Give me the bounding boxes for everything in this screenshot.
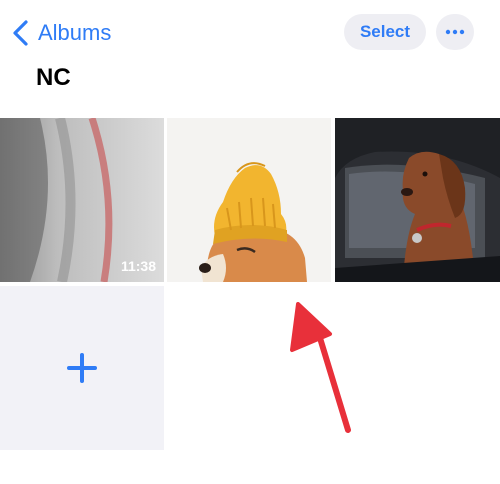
dog-car-image — [335, 118, 500, 282]
more-button[interactable] — [436, 14, 474, 50]
chevron-left-icon — [13, 20, 28, 46]
add-photos-button[interactable] — [0, 286, 164, 450]
back-button[interactable]: Albums — [10, 16, 111, 50]
annotation-arrow — [290, 302, 351, 433]
select-button[interactable]: Select — [344, 14, 426, 50]
dog-hat-image — [167, 118, 331, 282]
album-title: NC — [36, 64, 71, 91]
back-button-label: Albums — [38, 20, 112, 45]
video-duration: 11:38 — [120, 258, 156, 274]
ellipsis-icon — [445, 29, 465, 35]
plus-icon — [67, 353, 97, 383]
video-thumbnail[interactable]: 11:38 — [0, 118, 164, 282]
photo-thumbnail-dog-hat[interactable] — [167, 118, 331, 282]
photo-thumbnail-dog-car[interactable] — [335, 118, 500, 282]
